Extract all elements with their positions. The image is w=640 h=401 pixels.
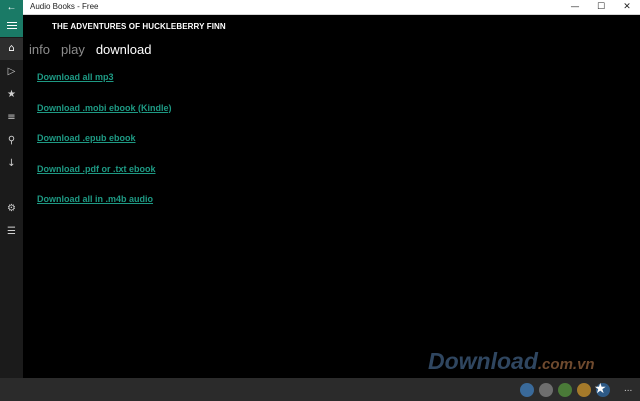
home-icon: ⌂ bbox=[8, 43, 14, 54]
nav-settings-button[interactable]: ⚙ bbox=[0, 198, 23, 220]
download-pdf-txt-link[interactable]: Download .pdf or .txt ebook bbox=[37, 164, 172, 195]
minimize-button[interactable]: — bbox=[562, 0, 588, 15]
hamburger-menu-button[interactable] bbox=[0, 15, 23, 37]
app-title: Audio Books - Free bbox=[30, 2, 98, 11]
theme-color-dot[interactable] bbox=[539, 383, 553, 397]
book-title: THE ADVENTURES OF HUCKLEBERRY FINN bbox=[52, 22, 226, 31]
back-button[interactable]: ← bbox=[0, 0, 23, 15]
tab-play[interactable]: play bbox=[61, 42, 85, 57]
watermark-logo: Download.com.vn bbox=[428, 348, 595, 375]
download-all-mp3-link[interactable]: Download all mp3 bbox=[37, 72, 172, 103]
tab-bar: info play download bbox=[29, 42, 151, 57]
theme-color-dot[interactable] bbox=[520, 383, 534, 397]
theme-color-dot[interactable] bbox=[577, 383, 591, 397]
watermark-text: Download bbox=[428, 348, 538, 374]
nav-search-button[interactable]: ⚲ bbox=[0, 130, 23, 152]
nav-list-button[interactable]: ≡ bbox=[0, 107, 23, 129]
queue-icon: ☰ bbox=[7, 226, 16, 237]
nav-queue-button[interactable]: ☰ bbox=[0, 221, 23, 243]
nav-play-button[interactable]: ▷ bbox=[0, 61, 23, 83]
favorite-star-icon[interactable]: ★ bbox=[594, 380, 607, 398]
nav-downloads-button[interactable]: ↓ bbox=[0, 153, 23, 175]
download-m4b-link[interactable]: Download all in .m4b audio bbox=[37, 194, 172, 225]
hamburger-line bbox=[7, 28, 17, 29]
close-button[interactable]: ✕ bbox=[614, 0, 640, 15]
window-controls: — ☐ ✕ bbox=[562, 0, 640, 15]
title-bar: ← Audio Books - Free — ☐ ✕ bbox=[0, 0, 640, 15]
download-mobi-link[interactable]: Download .mobi ebook (Kindle) bbox=[37, 103, 172, 134]
download-links: Download all mp3 Download .mobi ebook (K… bbox=[37, 72, 172, 225]
hamburger-line bbox=[7, 25, 17, 26]
settings-icon: ⚙ bbox=[7, 203, 16, 214]
search-icon: ⚲ bbox=[8, 135, 15, 146]
nav-favorites-button[interactable]: ★ bbox=[0, 84, 23, 106]
back-arrow-icon: ← bbox=[7, 2, 17, 13]
tab-download[interactable]: download bbox=[96, 42, 152, 57]
download-icon: ↓ bbox=[7, 158, 15, 169]
star-icon: ★ bbox=[7, 89, 16, 100]
nav-home-button[interactable]: ⌂ bbox=[0, 38, 23, 60]
bottom-app-bar: ★ ... bbox=[0, 378, 640, 401]
maximize-button[interactable]: ☐ bbox=[588, 0, 614, 15]
nav-rail: ⌂ ▷ ★ ≡ ⚲ ↓ ⚙ ☰ bbox=[0, 15, 23, 378]
play-icon: ▷ bbox=[8, 66, 16, 77]
theme-color-dot[interactable] bbox=[558, 383, 572, 397]
hamburger-line bbox=[7, 22, 17, 23]
tab-info[interactable]: info bbox=[29, 42, 50, 57]
list-icon: ≡ bbox=[7, 112, 15, 123]
more-options-button[interactable]: ... bbox=[624, 380, 632, 398]
watermark-suffix: .com.vn bbox=[538, 356, 595, 373]
download-epub-link[interactable]: Download .epub ebook bbox=[37, 133, 172, 164]
